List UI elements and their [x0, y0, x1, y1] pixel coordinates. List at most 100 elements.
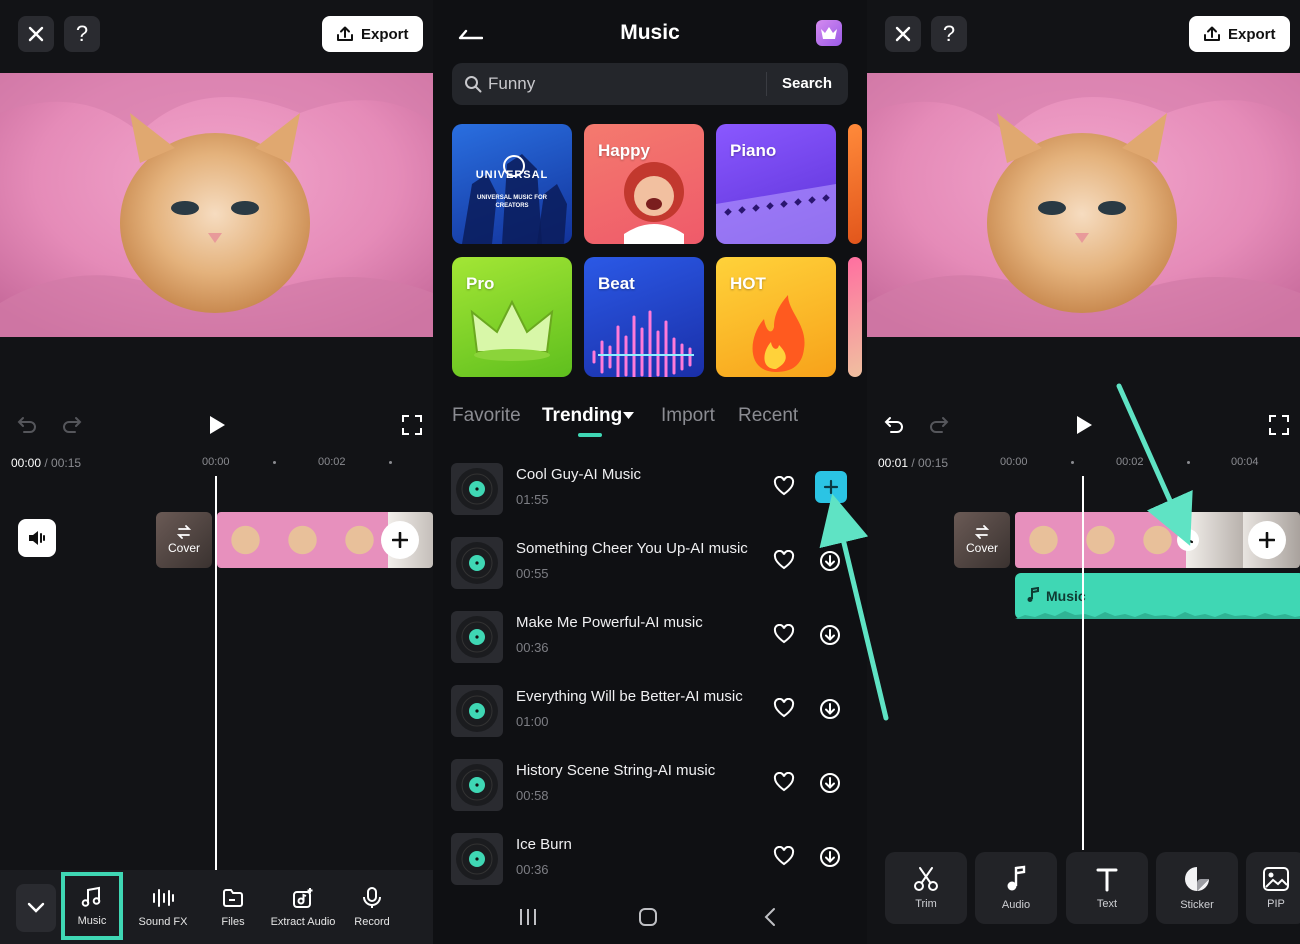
ruler-label: 00:00 [1000, 456, 1028, 468]
heart-icon[interactable] [773, 624, 795, 644]
collapse-toolbar-button[interactable] [16, 884, 56, 932]
scissors-icon [914, 867, 938, 891]
download-icon[interactable] [819, 624, 841, 646]
playback-controls [867, 408, 1300, 442]
premium-button[interactable] [816, 20, 842, 46]
music-track-label: Music [1046, 588, 1086, 604]
heart-icon[interactable] [773, 698, 795, 718]
music-note-icon [81, 886, 101, 907]
track-item[interactable]: Make Me Powerful-AI music 00:36 [451, 609, 851, 665]
search-button[interactable]: Search [782, 75, 832, 92]
search-input[interactable]: Funny [488, 74, 535, 94]
redo-icon[interactable] [61, 414, 83, 434]
heart-icon[interactable] [773, 550, 795, 570]
home-icon[interactable] [638, 907, 658, 927]
help-icon: ? [75, 21, 89, 46]
play-icon[interactable] [207, 414, 227, 436]
add-clip-button[interactable] [1248, 521, 1286, 559]
close-button[interactable] [18, 16, 54, 52]
back-icon[interactable] [763, 907, 777, 927]
category-piano[interactable]: Piano [716, 124, 836, 244]
category-more[interactable] [848, 257, 862, 377]
export-button[interactable]: Export [322, 16, 423, 52]
add-track-button[interactable] [815, 471, 847, 503]
category-beat[interactable]: Beat [584, 257, 704, 377]
vinyl-disc-icon [451, 463, 503, 515]
tool-files[interactable]: Files [202, 870, 264, 944]
category-pro[interactable]: Pro [452, 257, 572, 377]
video-preview[interactable] [0, 73, 433, 337]
plus-icon [1259, 532, 1275, 548]
heart-icon[interactable] [773, 476, 795, 496]
extract-audio-icon [293, 888, 313, 908]
tool-pip[interactable]: PIP [1246, 852, 1300, 924]
tool-audio[interactable]: Audio [975, 852, 1057, 924]
chevron-down-icon [27, 902, 45, 913]
category-more[interactable] [848, 124, 862, 244]
track-title: Make Me Powerful-AI music [516, 614, 703, 631]
clip-frame [1015, 512, 1072, 568]
tool-trim[interactable]: Trim [885, 852, 967, 924]
export-button[interactable]: Export [1189, 16, 1290, 52]
tab-trending[interactable]: Trending [542, 405, 622, 427]
category-happy[interactable]: Happy [584, 124, 704, 244]
clip-frame [331, 512, 388, 568]
swap-icon [176, 525, 192, 539]
video-preview[interactable] [867, 73, 1300, 337]
track-item[interactable]: Ice Burn 00:36 [451, 831, 851, 887]
timecode: 00:01 / 00:15 [878, 456, 949, 470]
caret-down-icon[interactable] [623, 412, 634, 420]
ruler-label: 00:04 [1231, 456, 1259, 468]
help-button[interactable]: ? [931, 16, 967, 52]
category-universal[interactable]: UNIVERSAL UNIVERSAL MUSIC FOR CREATORS [452, 124, 572, 244]
category-label: Pro [466, 274, 495, 293]
category-label: Piano [730, 141, 777, 160]
download-icon[interactable] [819, 772, 841, 794]
undo-icon[interactable] [16, 414, 38, 434]
timecode: 00:00 / 00:15 [11, 456, 82, 470]
download-icon[interactable] [819, 846, 841, 868]
tool-record[interactable]: Record [342, 870, 402, 944]
tool-sticker[interactable]: Sticker [1156, 852, 1238, 924]
help-button[interactable]: ? [64, 16, 100, 52]
download-icon[interactable] [819, 550, 841, 572]
close-button[interactable] [885, 16, 921, 52]
track-item[interactable]: History Scene String-AI music 00:58 [451, 757, 851, 813]
tool-text[interactable]: Text [1066, 852, 1148, 924]
music-note-icon [1007, 865, 1026, 891]
sound-fx-icon [153, 889, 174, 907]
track-duration: 00:36 [516, 862, 549, 877]
tool-extract-audio[interactable]: Extract Audio [268, 870, 338, 944]
heart-icon[interactable] [773, 772, 795, 792]
category-label: Happy [598, 141, 650, 160]
redo-icon[interactable] [928, 414, 950, 434]
undo-icon[interactable] [883, 414, 905, 434]
music-audio-track[interactable]: Music [1015, 573, 1300, 619]
track-item[interactable]: Cool Guy-AI Music 01:55 [451, 461, 851, 517]
microphone-icon [363, 887, 381, 908]
heart-icon[interactable] [773, 846, 795, 866]
mute-button[interactable] [18, 519, 56, 557]
tab-favorite[interactable]: Favorite [452, 405, 521, 427]
export-label: Export [361, 25, 409, 43]
track-item[interactable]: Something Cheer You Up-AI music 00:55 [451, 535, 851, 591]
track-item[interactable]: Everything Will be Better-AI music 01:00 [451, 683, 851, 739]
tool-sound-fx[interactable]: Sound FX [132, 870, 194, 944]
tool-music[interactable]: Music [61, 872, 123, 940]
cover-thumbnail[interactable]: Cover [954, 512, 1010, 568]
tab-recent[interactable]: Recent [738, 405, 798, 427]
fullscreen-icon[interactable] [402, 415, 422, 435]
fullscreen-icon[interactable] [1269, 415, 1289, 435]
folder-icon [223, 889, 243, 907]
tab-import[interactable]: Import [661, 405, 715, 427]
play-icon[interactable] [1074, 414, 1094, 436]
editor-screen-before: ? Export 00:00 / 00:15 00:00 00:02 Cover… [0, 0, 433, 944]
playhead[interactable] [1082, 476, 1084, 850]
cover-thumbnail[interactable]: Cover [156, 512, 212, 568]
transition-button[interactable] [1177, 529, 1199, 551]
add-clip-button[interactable] [381, 521, 419, 559]
category-hot[interactable]: HOT [716, 257, 836, 377]
recent-apps-icon[interactable] [518, 908, 538, 926]
playhead[interactable] [215, 476, 217, 870]
download-icon[interactable] [819, 698, 841, 720]
